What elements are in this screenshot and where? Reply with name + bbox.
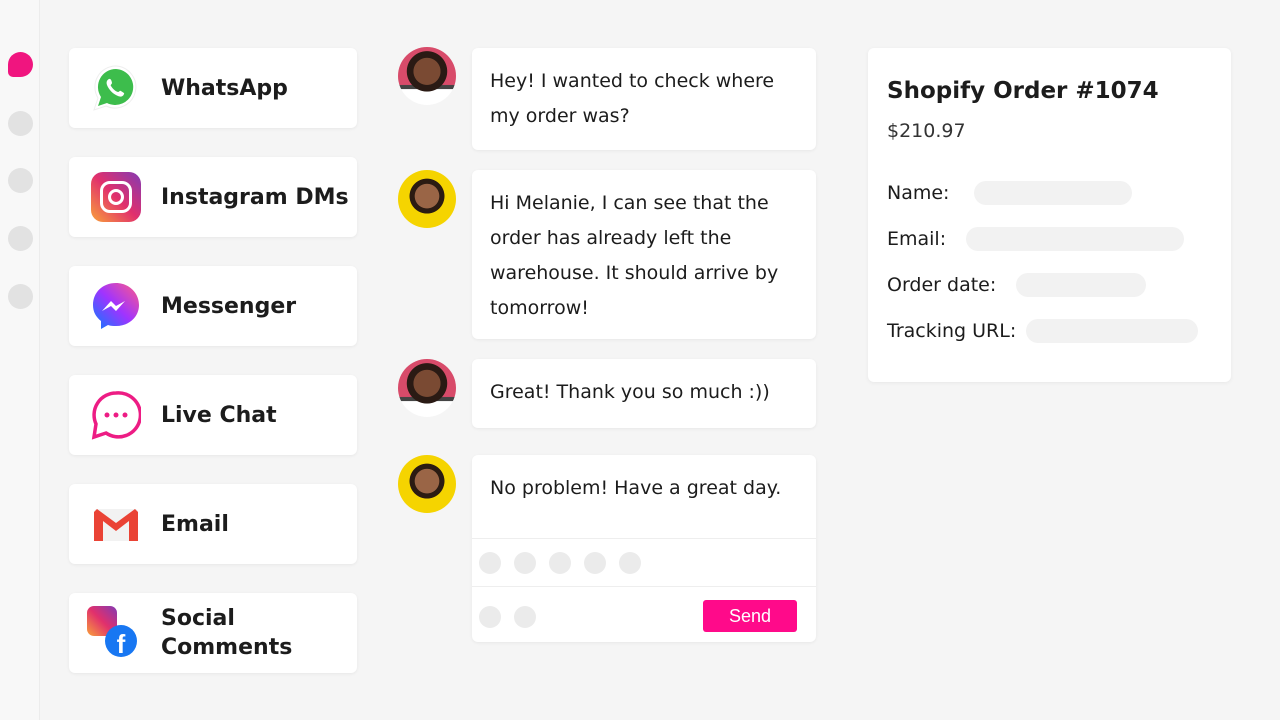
channel-label: WhatsApp [161, 75, 288, 101]
live-chat-icon [91, 390, 143, 440]
agent-avatar [398, 455, 456, 513]
email-value [966, 227, 1185, 251]
nav-item[interactable] [8, 168, 33, 193]
tracking-url-value [1026, 319, 1199, 343]
name-value [974, 181, 1133, 205]
field-label: Order date: [887, 274, 997, 296]
channel-email[interactable]: Email [69, 484, 357, 564]
whatsapp-icon [91, 63, 141, 113]
agent-avatar [398, 170, 456, 228]
message-bubble: Hi Melanie, I can see that the order has… [472, 170, 816, 339]
customer-avatar [398, 359, 456, 417]
channel-label: Live Chat [161, 402, 277, 428]
channel-whatsapp[interactable]: WhatsApp [69, 48, 357, 128]
nav-item[interactable] [8, 284, 33, 309]
attach-button[interactable] [479, 606, 501, 628]
instagram-icon [91, 172, 141, 222]
channel-label: Messenger [161, 293, 297, 319]
order-title: Shopify Order #1074 [887, 78, 1159, 104]
channel-social-comments[interactable]: f Social Comments [69, 593, 357, 673]
social-comments-icon: f [87, 606, 141, 659]
nav-item[interactable] [8, 226, 33, 251]
order-card: Shopify Order #1074 $210.97 Name: Email:… [868, 48, 1231, 382]
toolbar-button[interactable] [549, 552, 571, 574]
formatting-toolbar [472, 538, 816, 586]
toolbar-button[interactable] [584, 552, 606, 574]
channel-live-chat[interactable]: Live Chat [69, 375, 357, 455]
send-button[interactable]: Send [703, 600, 797, 632]
toolbar-button[interactable] [619, 552, 641, 574]
channel-instagram[interactable]: Instagram DMs [69, 157, 357, 237]
field-label: Name: [887, 182, 950, 204]
channel-label: Email [161, 511, 229, 537]
customer-avatar [398, 47, 456, 105]
field-label: Tracking URL: [887, 320, 1017, 342]
message-bubble: Great! Thank you so much :)) [472, 359, 816, 428]
emoji-button[interactable] [514, 606, 536, 628]
toolbar-button[interactable] [479, 552, 501, 574]
composer-card: No problem! Have a great day. Send [472, 455, 816, 642]
composer-footer: Send [472, 586, 816, 642]
channel-messenger[interactable]: Messenger [69, 266, 357, 346]
channel-label: Social Comments [161, 606, 293, 660]
order-price: $210.97 [887, 120, 966, 142]
order-date-value [1016, 273, 1147, 297]
message-bubble: Hey! I wanted to check where my order wa… [472, 48, 816, 150]
sidebar-rail [0, 0, 40, 720]
channel-label: Instagram DMs [161, 184, 349, 210]
field-label: Email: [887, 228, 947, 250]
app-logo-icon[interactable] [8, 52, 33, 77]
messenger-icon [91, 281, 141, 331]
nav-item[interactable] [8, 111, 33, 136]
message-bubble: No problem! Have a great day. [490, 477, 782, 499]
toolbar-button[interactable] [514, 552, 536, 574]
gmail-icon [91, 499, 141, 549]
